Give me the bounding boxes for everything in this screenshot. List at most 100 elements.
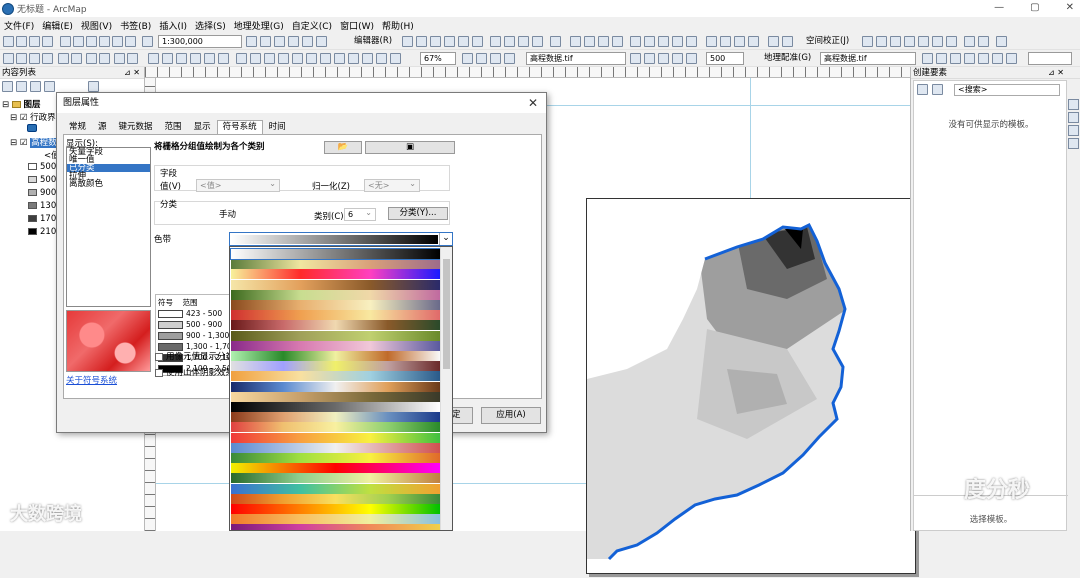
- color-ramp-option[interactable]: [231, 442, 440, 453]
- list-by-visibility-icon[interactable]: [30, 81, 41, 92]
- color-ramp-option[interactable]: [231, 361, 440, 372]
- attributes-icon[interactable]: [518, 36, 529, 47]
- spatial-adjustment-menu[interactable]: 空间校正(J): [806, 33, 849, 50]
- color-ramp-option[interactable]: [231, 289, 440, 300]
- undo-icon[interactable]: [112, 36, 123, 47]
- legend-class-5[interactable]: 210: [28, 227, 56, 237]
- forward-extent-icon[interactable]: [99, 53, 110, 64]
- show-cell-values-checkbox[interactable]: 用像元值显示分类: [155, 350, 234, 362]
- color-ramp-option[interactable]: [231, 504, 440, 514]
- zoom-in-icon[interactable]: [3, 53, 14, 64]
- georef-layer-field[interactable]: 高程数据.tif: [820, 52, 916, 65]
- cut-icon[interactable]: [60, 36, 71, 47]
- color-ramp-option[interactable]: [231, 402, 440, 412]
- select-elements-icon[interactable]: [862, 36, 873, 47]
- georef-table-icon[interactable]: [720, 36, 731, 47]
- menu-insert[interactable]: 插入(I): [155, 19, 191, 32]
- legend-class-1[interactable]: 500: [28, 175, 56, 185]
- legend-class-3[interactable]: 130: [28, 201, 56, 211]
- redo-icon[interactable]: [125, 36, 136, 47]
- arctoolbox-icon[interactable]: [288, 36, 299, 47]
- color-ramp-option[interactable]: [230, 248, 441, 260]
- edit-annotation-icon[interactable]: [416, 36, 427, 47]
- tab-extent[interactable]: 范围: [159, 120, 188, 134]
- select-elements-arrow-icon[interactable]: [148, 53, 159, 64]
- data-frame[interactable]: [586, 198, 916, 574]
- color-ramp-option[interactable]: [231, 514, 440, 525]
- menu-help[interactable]: 帮助(H): [378, 19, 418, 32]
- endpoint-arc-icon[interactable]: [444, 36, 455, 47]
- normalization-combo[interactable]: <无>: [364, 178, 420, 192]
- minimize-button[interactable]: —: [994, 2, 1004, 13]
- legend-class-0[interactable]: 500: [28, 162, 56, 172]
- validate-topology-icon[interactable]: [584, 36, 595, 47]
- multiple-displacement-icon[interactable]: [904, 36, 915, 47]
- copy-icon[interactable]: [73, 36, 84, 47]
- save-icon[interactable]: [29, 36, 40, 47]
- scrollbar-thumb[interactable]: [443, 259, 450, 369]
- legend-class-4[interactable]: 170: [28, 214, 56, 224]
- color-ramp-combo[interactable]: ⌄: [229, 232, 453, 246]
- point-icon[interactable]: [472, 36, 483, 47]
- toc-icon[interactable]: [274, 36, 285, 47]
- color-ramp-option[interactable]: [231, 340, 440, 351]
- color-ramp-option[interactable]: [231, 524, 440, 530]
- modify-link-icon[interactable]: [890, 36, 901, 47]
- attribute-transfer-icon[interactable]: [978, 36, 989, 47]
- rotate-icon[interactable]: [504, 36, 515, 47]
- view-link-table-georef-icon[interactable]: [950, 53, 961, 64]
- html-popup-icon[interactable]: [782, 36, 793, 47]
- toggle-draft-icon[interactable]: [362, 53, 373, 64]
- symbol-column-header[interactable]: 符号 范围: [158, 297, 198, 308]
- swipe-icon[interactable]: [672, 53, 683, 64]
- list-by-source-icon[interactable]: [16, 81, 27, 92]
- menu-windows[interactable]: 窗口(W): [336, 19, 378, 32]
- toolbox-dock-icon[interactable]: [1068, 125, 1079, 136]
- edge-match-icon[interactable]: [996, 36, 1007, 47]
- catalog-dock-icon[interactable]: [1068, 99, 1079, 110]
- model-builder-icon[interactable]: [316, 36, 327, 47]
- layout-zoom-field[interactable]: 67%: [420, 52, 456, 65]
- search-dock-icon[interactable]: [1068, 112, 1079, 123]
- results-dock-icon[interactable]: [1068, 138, 1079, 149]
- image-analysis-layer-field[interactable]: 高程数据.tif: [526, 52, 626, 65]
- color-ramp-option[interactable]: [231, 330, 440, 341]
- layout-forward-icon[interactable]: [348, 53, 359, 64]
- snapping-icon[interactable]: [630, 36, 641, 47]
- layout-pan-icon[interactable]: [264, 53, 275, 64]
- about-symbology-link[interactable]: 关于符号系统: [66, 374, 117, 386]
- add-data-icon[interactable]: [142, 36, 153, 47]
- layout-grid-icon[interactable]: [490, 53, 501, 64]
- open-icon[interactable]: [16, 36, 27, 47]
- color-ramp-option[interactable]: [231, 422, 440, 433]
- tab-key-metadata[interactable]: 键元数据: [113, 120, 159, 134]
- close-window-button[interactable]: ✕: [1066, 2, 1074, 13]
- fixed-zoom-out-icon[interactable]: [71, 53, 82, 64]
- rotate-georef-icon[interactable]: [964, 53, 975, 64]
- value-field-combo[interactable]: <值>: [196, 178, 280, 192]
- catalog-icon[interactable]: [260, 36, 271, 47]
- color-ramp-option[interactable]: [231, 473, 440, 484]
- trace-icon[interactable]: [458, 36, 469, 47]
- menu-file[interactable]: 文件(F): [0, 19, 38, 32]
- menu-selection[interactable]: 选择(S): [191, 19, 230, 32]
- error-inspector-icon[interactable]: [612, 36, 623, 47]
- hillshade-checkbox[interactable]: 使用山体阴影效果: [155, 366, 234, 378]
- menu-customize[interactable]: 自定义(C): [288, 19, 336, 32]
- admin-layer-row[interactable]: ⊟ ☑ 行政界: [10, 111, 56, 123]
- color-ramp-option[interactable]: [231, 279, 440, 290]
- focus-data-frame-icon[interactable]: [376, 53, 387, 64]
- dialog-close-button[interactable]: ✕: [528, 93, 538, 113]
- panel-pin-close[interactable]: ⊿ ✕: [1048, 67, 1064, 79]
- find-route-icon[interactable]: [190, 53, 201, 64]
- zoom-100-icon[interactable]: [292, 53, 303, 64]
- menu-bookmarks[interactable]: 书签(B): [116, 19, 155, 32]
- new-document-icon[interactable]: [3, 36, 14, 47]
- data-driven-pages-icon[interactable]: [462, 53, 473, 64]
- time-slider-icon[interactable]: [218, 53, 229, 64]
- color-ramp-option[interactable]: [231, 269, 440, 280]
- georef-link-icon[interactable]: [706, 36, 717, 47]
- new-displacement-link-icon[interactable]: [876, 36, 887, 47]
- map-scale-field[interactable]: 1:300,000: [158, 35, 242, 48]
- fit-to-display-icon[interactable]: [922, 53, 933, 64]
